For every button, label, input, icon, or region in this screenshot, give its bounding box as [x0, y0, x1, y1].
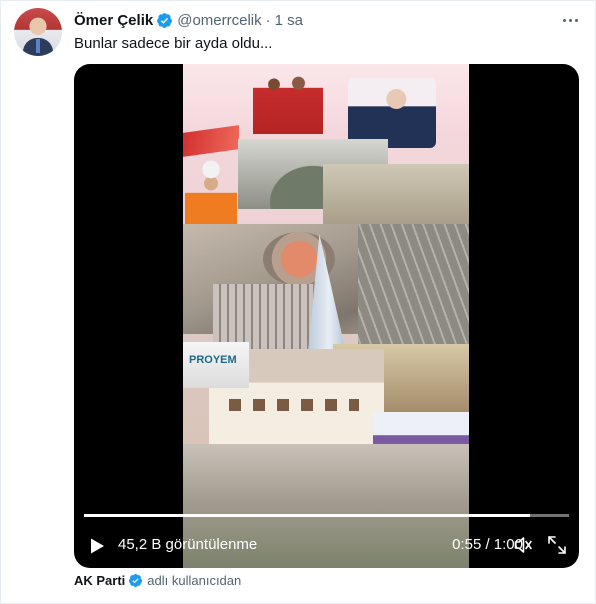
verified-badge-icon [129, 573, 143, 588]
collage-signing [348, 78, 436, 148]
volume-icon[interactable] [513, 535, 533, 555]
separator-dot: · [265, 11, 271, 29]
verified-badge-icon [157, 12, 173, 28]
video-attribution: AK Parti adlı kullanıcıdan [74, 573, 241, 588]
author-handle[interactable]: @omerrcelik [177, 12, 261, 29]
tweet-text: Bunlar sadece bir ayda oldu... [74, 35, 273, 52]
author-name[interactable]: Ömer Çelik [74, 12, 153, 29]
avatar[interactable] [14, 8, 62, 56]
collage-sign: PROYEM [183, 342, 249, 388]
tweet-header: Ömer Çelik @omerrcelik · 1 sa [74, 10, 303, 30]
collage-worker [185, 154, 237, 224]
more-icon[interactable] [560, 10, 580, 30]
tweet-time[interactable]: 1 sa [275, 12, 303, 29]
attribution-name[interactable]: AK Parti [74, 573, 125, 588]
play-icon[interactable] [88, 537, 106, 555]
sign-text: PROYEM [189, 354, 237, 366]
video-progress-bar[interactable] [84, 514, 569, 517]
collage-highway [358, 224, 469, 364]
video-frame-collage: PROYEM [183, 64, 469, 568]
fullscreen-icon[interactable] [547, 535, 567, 555]
view-count: 45,2 B görüntülenme [118, 536, 258, 553]
video-player[interactable]: PROYEM 45,2 B görüntülenme 0:55 / 1:00 [74, 64, 579, 568]
avatar-tie [36, 39, 40, 53]
attribution-text: adlı kullanıcıdan [147, 573, 242, 588]
collage-people [253, 72, 323, 134]
video-progress-fill [84, 514, 531, 517]
